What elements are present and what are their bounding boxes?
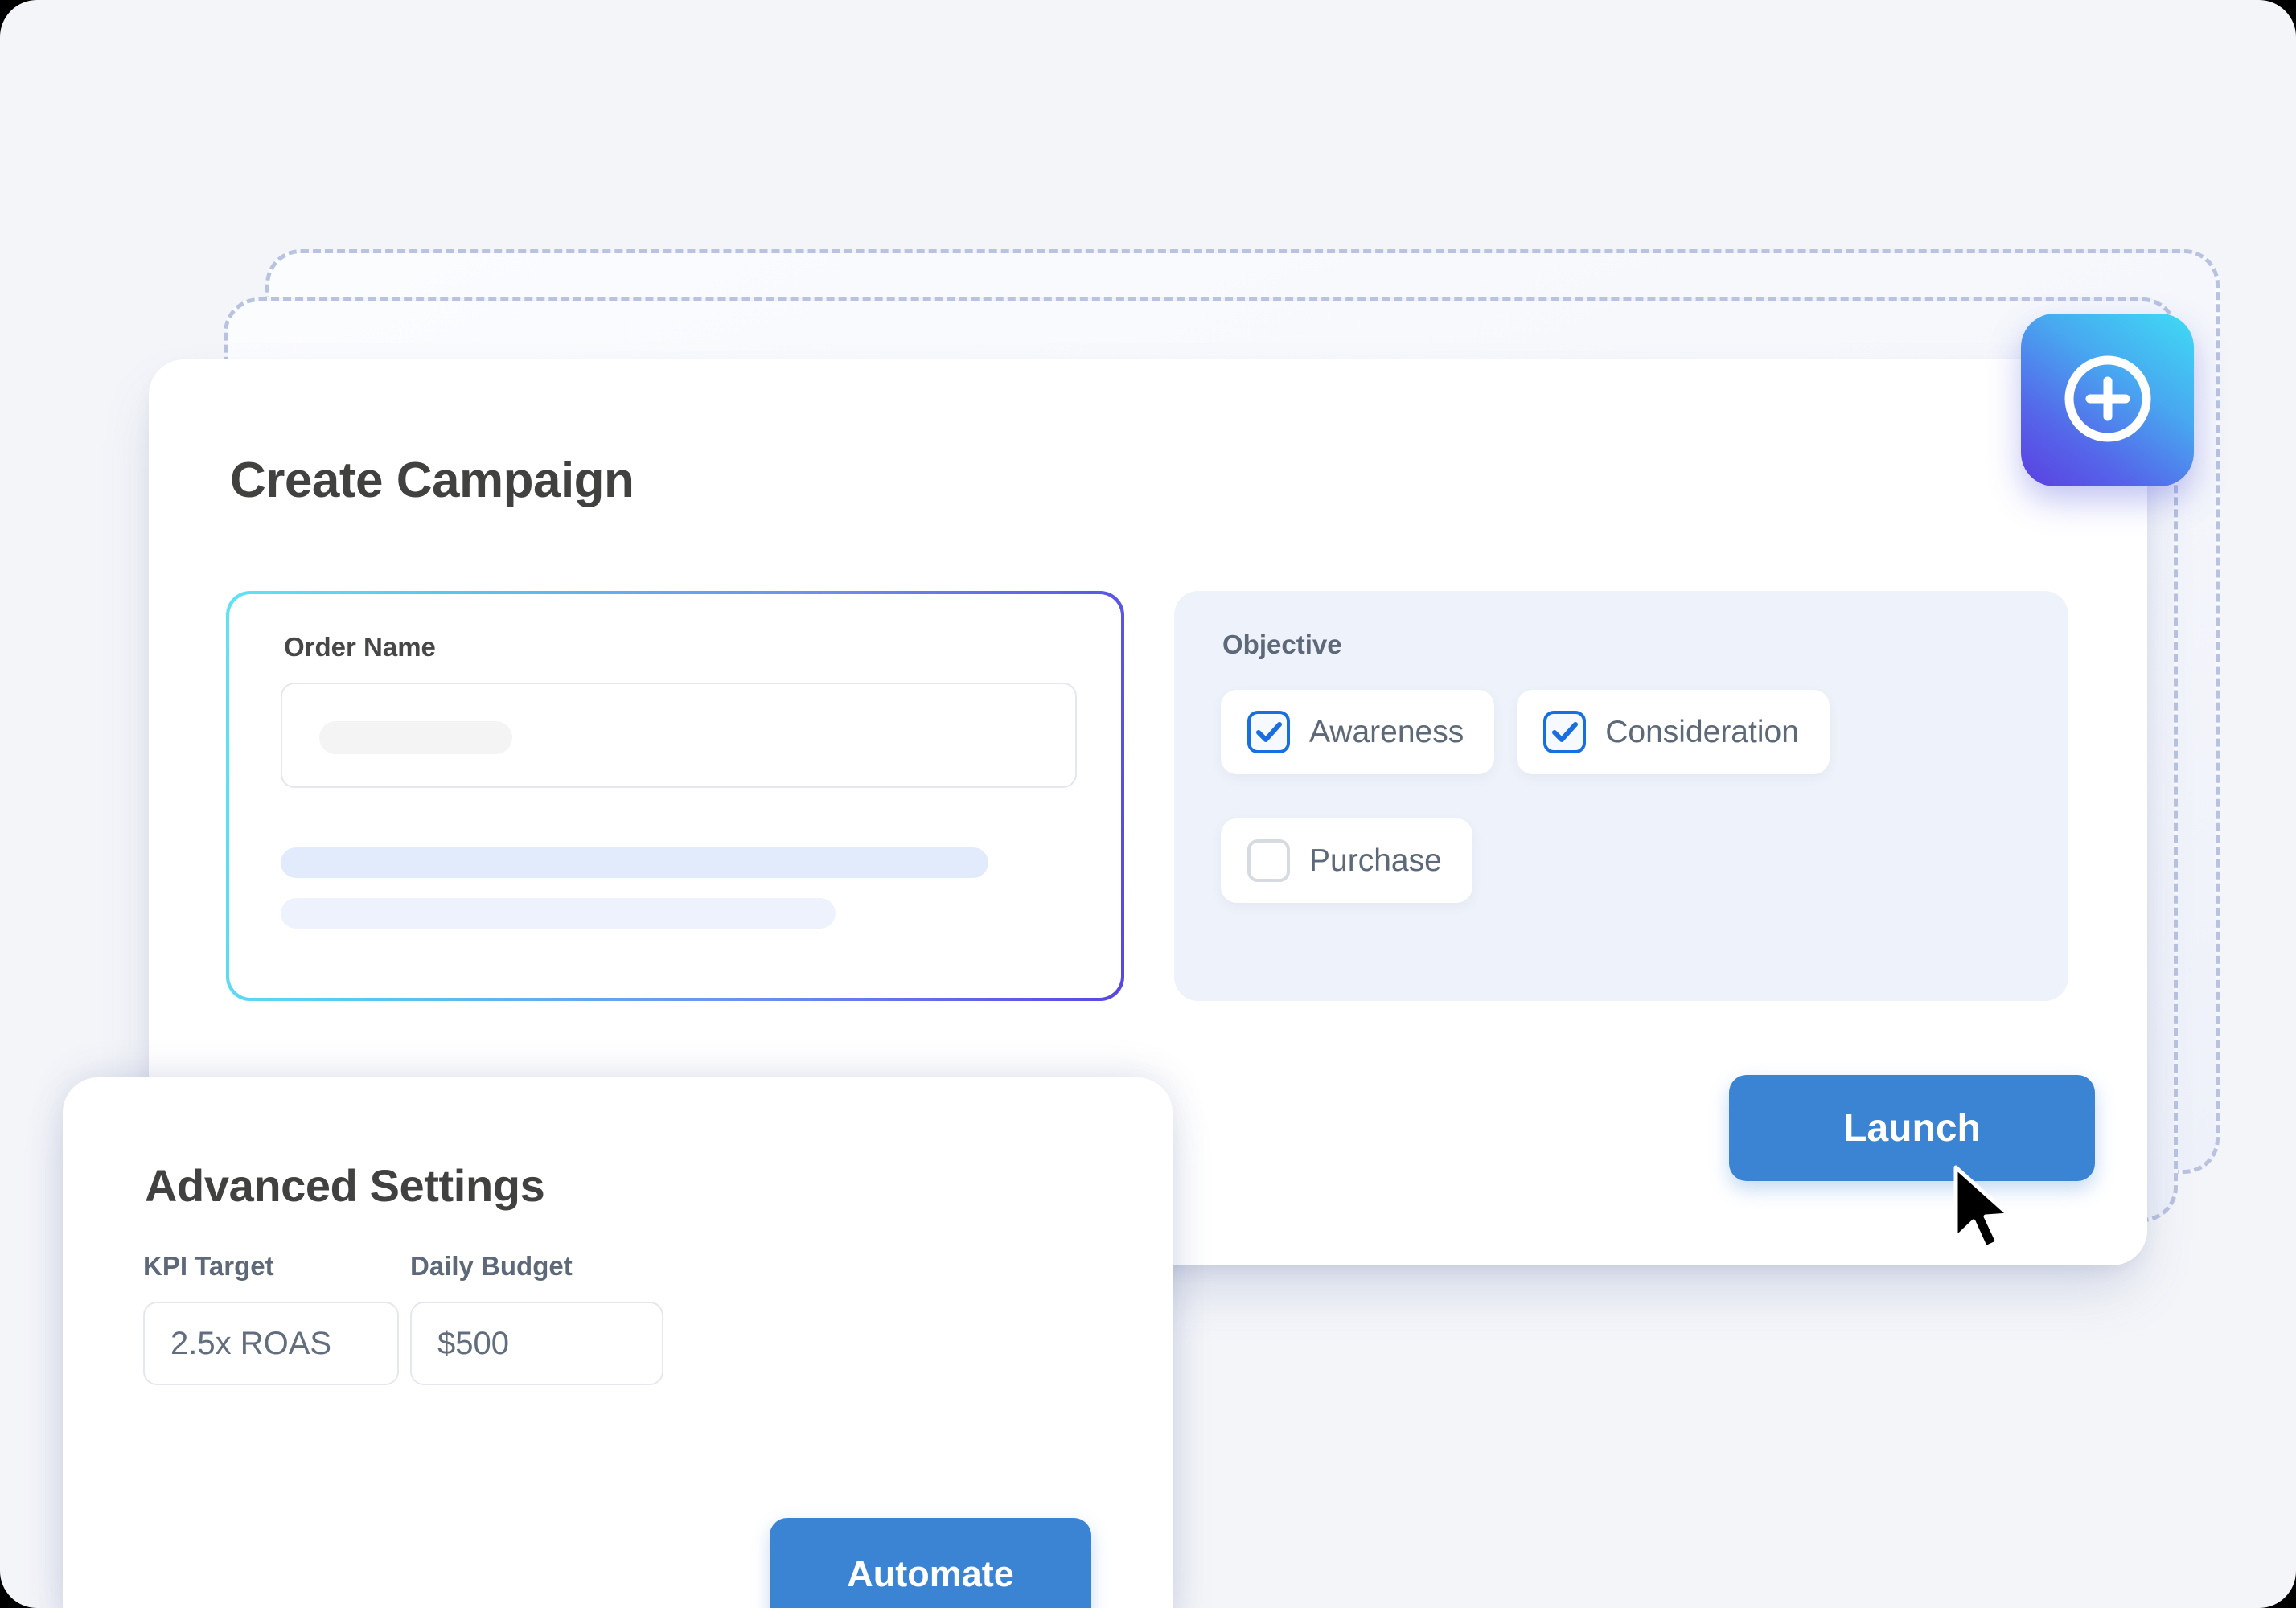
page-title: Create Campaign	[230, 453, 635, 508]
order-name-label: Order Name	[284, 632, 436, 662]
objective-option-label: Consideration	[1605, 714, 1799, 749]
objective-option-awareness[interactable]: Awareness	[1221, 690, 1495, 774]
order-name-panel-inner: Order Name	[229, 594, 1121, 998]
launch-button[interactable]: Launch	[1729, 1075, 2095, 1181]
kpi-target-field: KPI Target 2.5x ROAS	[143, 1251, 399, 1385]
daily-budget-label: Daily Budget	[410, 1251, 573, 1281]
order-name-input[interactable]	[281, 683, 1077, 788]
objective-option-label: Purchase	[1309, 843, 1442, 878]
advanced-settings-title: Advanced Settings	[145, 1160, 545, 1211]
skeleton-bar-1	[281, 847, 988, 878]
add-campaign-button[interactable]	[2021, 314, 2194, 486]
skeleton-bar-2	[281, 898, 836, 929]
objective-label: Objective	[1222, 630, 1342, 659]
checkbox-checked-icon[interactable]	[1543, 711, 1587, 753]
objective-option-label: Awareness	[1309, 714, 1464, 749]
daily-budget-input[interactable]: $500	[410, 1302, 663, 1385]
objective-option-consideration[interactable]: Consideration	[1517, 690, 1830, 774]
daily-budget-field: Daily Budget $500	[410, 1251, 663, 1385]
objective-option-purchase[interactable]: Purchase	[1221, 818, 1472, 903]
checkbox-unchecked-icon[interactable]	[1247, 839, 1290, 882]
objective-row-2: Purchase	[1221, 818, 1472, 903]
objective-row-1: Awareness Consideration	[1221, 690, 1830, 774]
order-name-panel: Order Name	[226, 591, 1124, 1001]
app-window: Create Campaign Order Name Objective Awa…	[0, 0, 2296, 1608]
automate-button[interactable]: Automate	[770, 1518, 1091, 1608]
plus-circle-icon	[2059, 350, 2157, 450]
input-skeleton-placeholder	[319, 721, 512, 754]
kpi-target-label: KPI Target	[143, 1251, 274, 1281]
kpi-target-input[interactable]: 2.5x ROAS	[143, 1302, 399, 1385]
checkbox-checked-icon[interactable]	[1247, 711, 1290, 753]
objective-panel: Objective Awareness Consideration Purcha…	[1174, 591, 2068, 1001]
